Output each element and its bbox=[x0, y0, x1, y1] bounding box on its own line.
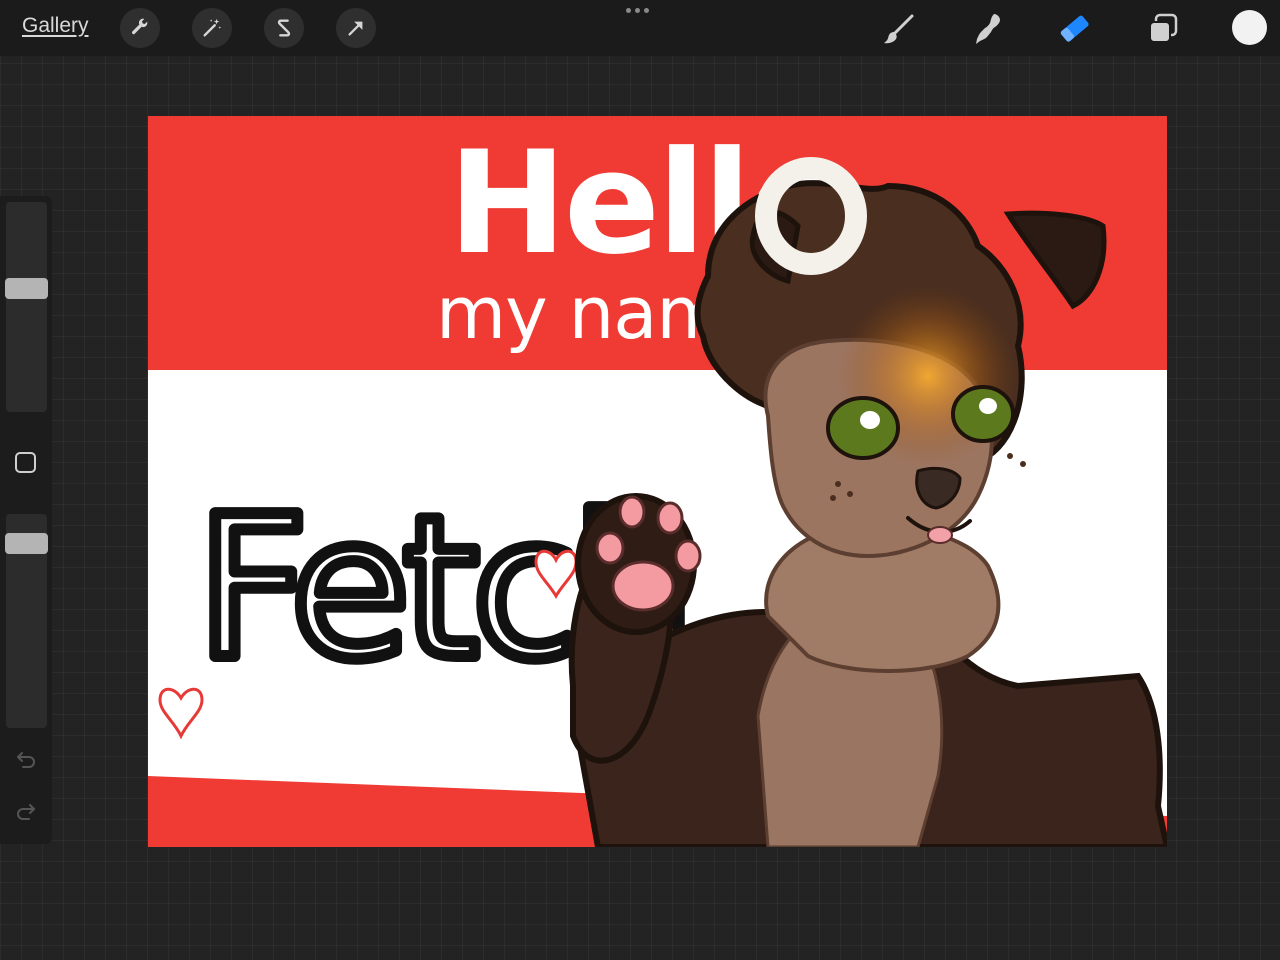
brush-tool-button[interactable] bbox=[880, 10, 918, 48]
top-toolbar: Gallery bbox=[0, 0, 1280, 56]
eraser-tool-button[interactable] bbox=[1056, 10, 1094, 48]
brush-size-slider[interactable] bbox=[6, 202, 47, 412]
layers-icon bbox=[1149, 13, 1178, 43]
more-options-icon[interactable] bbox=[626, 8, 649, 13]
artwork: Hello my name is Fetch bbox=[148, 116, 1167, 847]
left-sidebar bbox=[0, 196, 52, 844]
eraser-icon bbox=[1060, 15, 1089, 42]
transform-arrow-icon bbox=[348, 21, 363, 36]
undo-icon[interactable] bbox=[14, 748, 38, 772]
heart-doodle bbox=[158, 687, 204, 740]
color-picker-button[interactable] bbox=[1232, 10, 1267, 45]
brush-icon bbox=[884, 14, 914, 44]
layers-button[interactable] bbox=[1144, 10, 1182, 48]
modify-square-icon[interactable] bbox=[15, 452, 36, 473]
selection-button[interactable] bbox=[264, 8, 304, 48]
magic-wand-icon bbox=[203, 18, 222, 37]
selection-icon bbox=[277, 19, 291, 37]
opacity-thumb[interactable] bbox=[5, 533, 48, 555]
smudge-tool-button[interactable] bbox=[968, 10, 1006, 48]
transform-button[interactable] bbox=[336, 8, 376, 48]
redo-icon[interactable] bbox=[14, 800, 38, 824]
gallery-button[interactable]: Gallery bbox=[22, 14, 89, 38]
brush-size-thumb[interactable] bbox=[5, 277, 48, 299]
wrench-icon bbox=[131, 18, 148, 35]
drawing-canvas[interactable]: Hello my name is Fetch bbox=[148, 116, 1167, 847]
smudge-icon bbox=[976, 14, 1000, 44]
adjustments-button[interactable] bbox=[192, 8, 232, 48]
actions-button[interactable] bbox=[120, 8, 160, 48]
